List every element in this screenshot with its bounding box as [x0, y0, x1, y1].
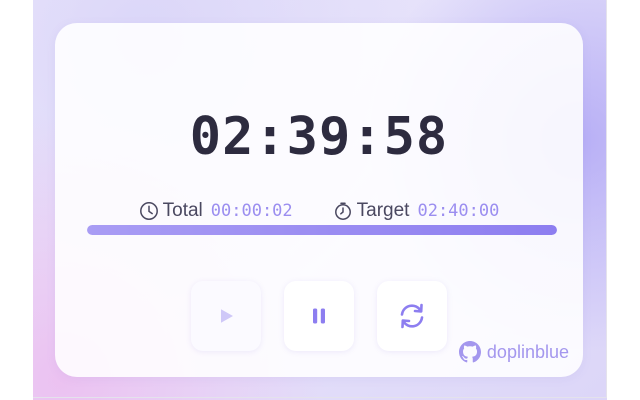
clock-icon	[139, 201, 159, 221]
target-stat: Target 02:40:00	[333, 199, 500, 223]
play-button[interactable]	[191, 281, 261, 351]
timer-stats: Total 00:00:02 Target 02:40:00	[55, 199, 583, 223]
timer-card: 02:39:58 Total 00:00:02 Target 02:40:00 …	[55, 23, 583, 377]
stopwatch-icon	[333, 201, 353, 221]
countdown-display: 02:39:58	[189, 107, 449, 167]
pause-icon	[309, 306, 329, 326]
github-link[interactable]: doplinblue	[458, 341, 569, 363]
progress-bar	[87, 225, 557, 235]
github-icon	[458, 341, 481, 363]
target-value: 02:40:00	[417, 201, 500, 221]
reset-icon	[395, 299, 429, 333]
total-label: Total	[162, 200, 203, 221]
pause-button[interactable]	[284, 281, 354, 351]
play-icon	[216, 306, 236, 326]
github-username: doplinblue	[486, 341, 569, 362]
total-value: 00:00:02	[210, 201, 293, 221]
reset-button[interactable]	[377, 281, 447, 351]
target-label: Target	[356, 200, 410, 221]
progress-fill	[87, 225, 557, 235]
total-stat: Total 00:00:02	[139, 199, 293, 223]
